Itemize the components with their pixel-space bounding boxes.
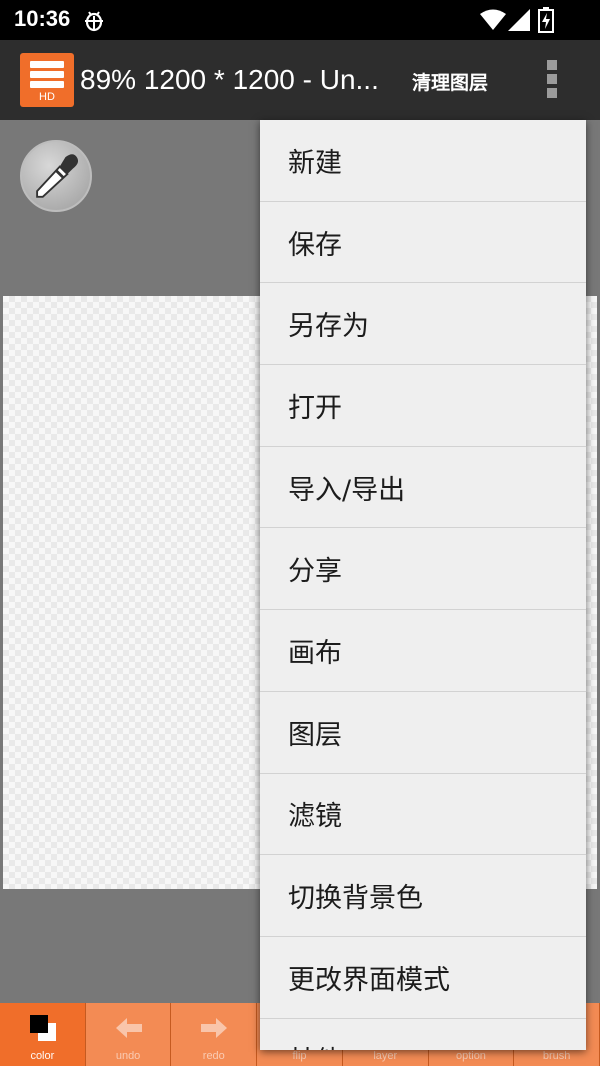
menu-item-filters[interactable]: 滤镜 bbox=[260, 774, 586, 856]
undo-button[interactable]: undo bbox=[85, 1003, 172, 1066]
logo-bar bbox=[30, 71, 64, 78]
tool-label: color bbox=[30, 1050, 55, 1062]
menu-item-canvas[interactable]: 画布 bbox=[260, 610, 586, 692]
battery-charging-icon bbox=[538, 7, 554, 33]
tool-label: undo bbox=[115, 1050, 141, 1062]
tool-label: layer bbox=[373, 1050, 398, 1062]
tool-label: option bbox=[455, 1050, 486, 1062]
logo-bar bbox=[30, 61, 64, 68]
menu-item-open[interactable]: 打开 bbox=[260, 365, 586, 447]
menu-item-new[interactable]: 新建 bbox=[260, 120, 586, 202]
logo-bar bbox=[30, 81, 64, 88]
menu-item-change-ui-mode[interactable]: 更改界面模式 bbox=[260, 937, 586, 1019]
app-menu-logo-button[interactable]: HD bbox=[20, 53, 74, 107]
menu-item-other[interactable]: 其他 bbox=[260, 1019, 586, 1050]
overflow-menu: 新建 保存 另存为 打开 导入/导出 分享 画布 图层 滤镜 切换背景色 更改界… bbox=[260, 120, 586, 1050]
wifi-icon bbox=[480, 9, 506, 30]
arrow-right-icon bbox=[201, 1018, 228, 1038]
arrow-left-icon bbox=[115, 1018, 142, 1038]
menu-item-share[interactable]: 分享 bbox=[260, 528, 586, 611]
logo-hd-text: HD bbox=[39, 91, 55, 103]
menu-item-layers[interactable]: 图层 bbox=[260, 692, 586, 774]
menu-item-save[interactable]: 保存 bbox=[260, 202, 586, 284]
document-title: 89% 1200 * 1200 - Un... bbox=[80, 64, 379, 95]
menu-item-save-as[interactable]: 另存为 bbox=[260, 283, 586, 366]
color-tool-button[interactable]: color bbox=[0, 1003, 86, 1066]
eyedropper-icon bbox=[36, 154, 79, 198]
tool-label: brush bbox=[542, 1050, 571, 1062]
eyedropper-button[interactable] bbox=[20, 140, 92, 212]
app-bar: HD 89% 1200 * 1200 - Un... 清理图层 bbox=[0, 40, 600, 120]
color-swatch-icon bbox=[30, 1015, 56, 1041]
bug-icon bbox=[85, 11, 103, 32]
overflow-menu-icon[interactable] bbox=[545, 60, 559, 100]
tool-label: redo bbox=[202, 1050, 225, 1062]
menu-item-import-export[interactable]: 导入/导出 bbox=[260, 447, 586, 529]
status-bar: 10:36 bbox=[0, 0, 600, 40]
menu-item-toggle-background[interactable]: 切换背景色 bbox=[260, 855, 586, 937]
signal-icon bbox=[508, 9, 530, 31]
tool-label: flip bbox=[292, 1050, 307, 1062]
clear-layer-button[interactable]: 清理图层 bbox=[412, 68, 488, 95]
status-time: 10:36 bbox=[14, 6, 71, 31]
redo-button[interactable]: redo bbox=[171, 1003, 258, 1066]
